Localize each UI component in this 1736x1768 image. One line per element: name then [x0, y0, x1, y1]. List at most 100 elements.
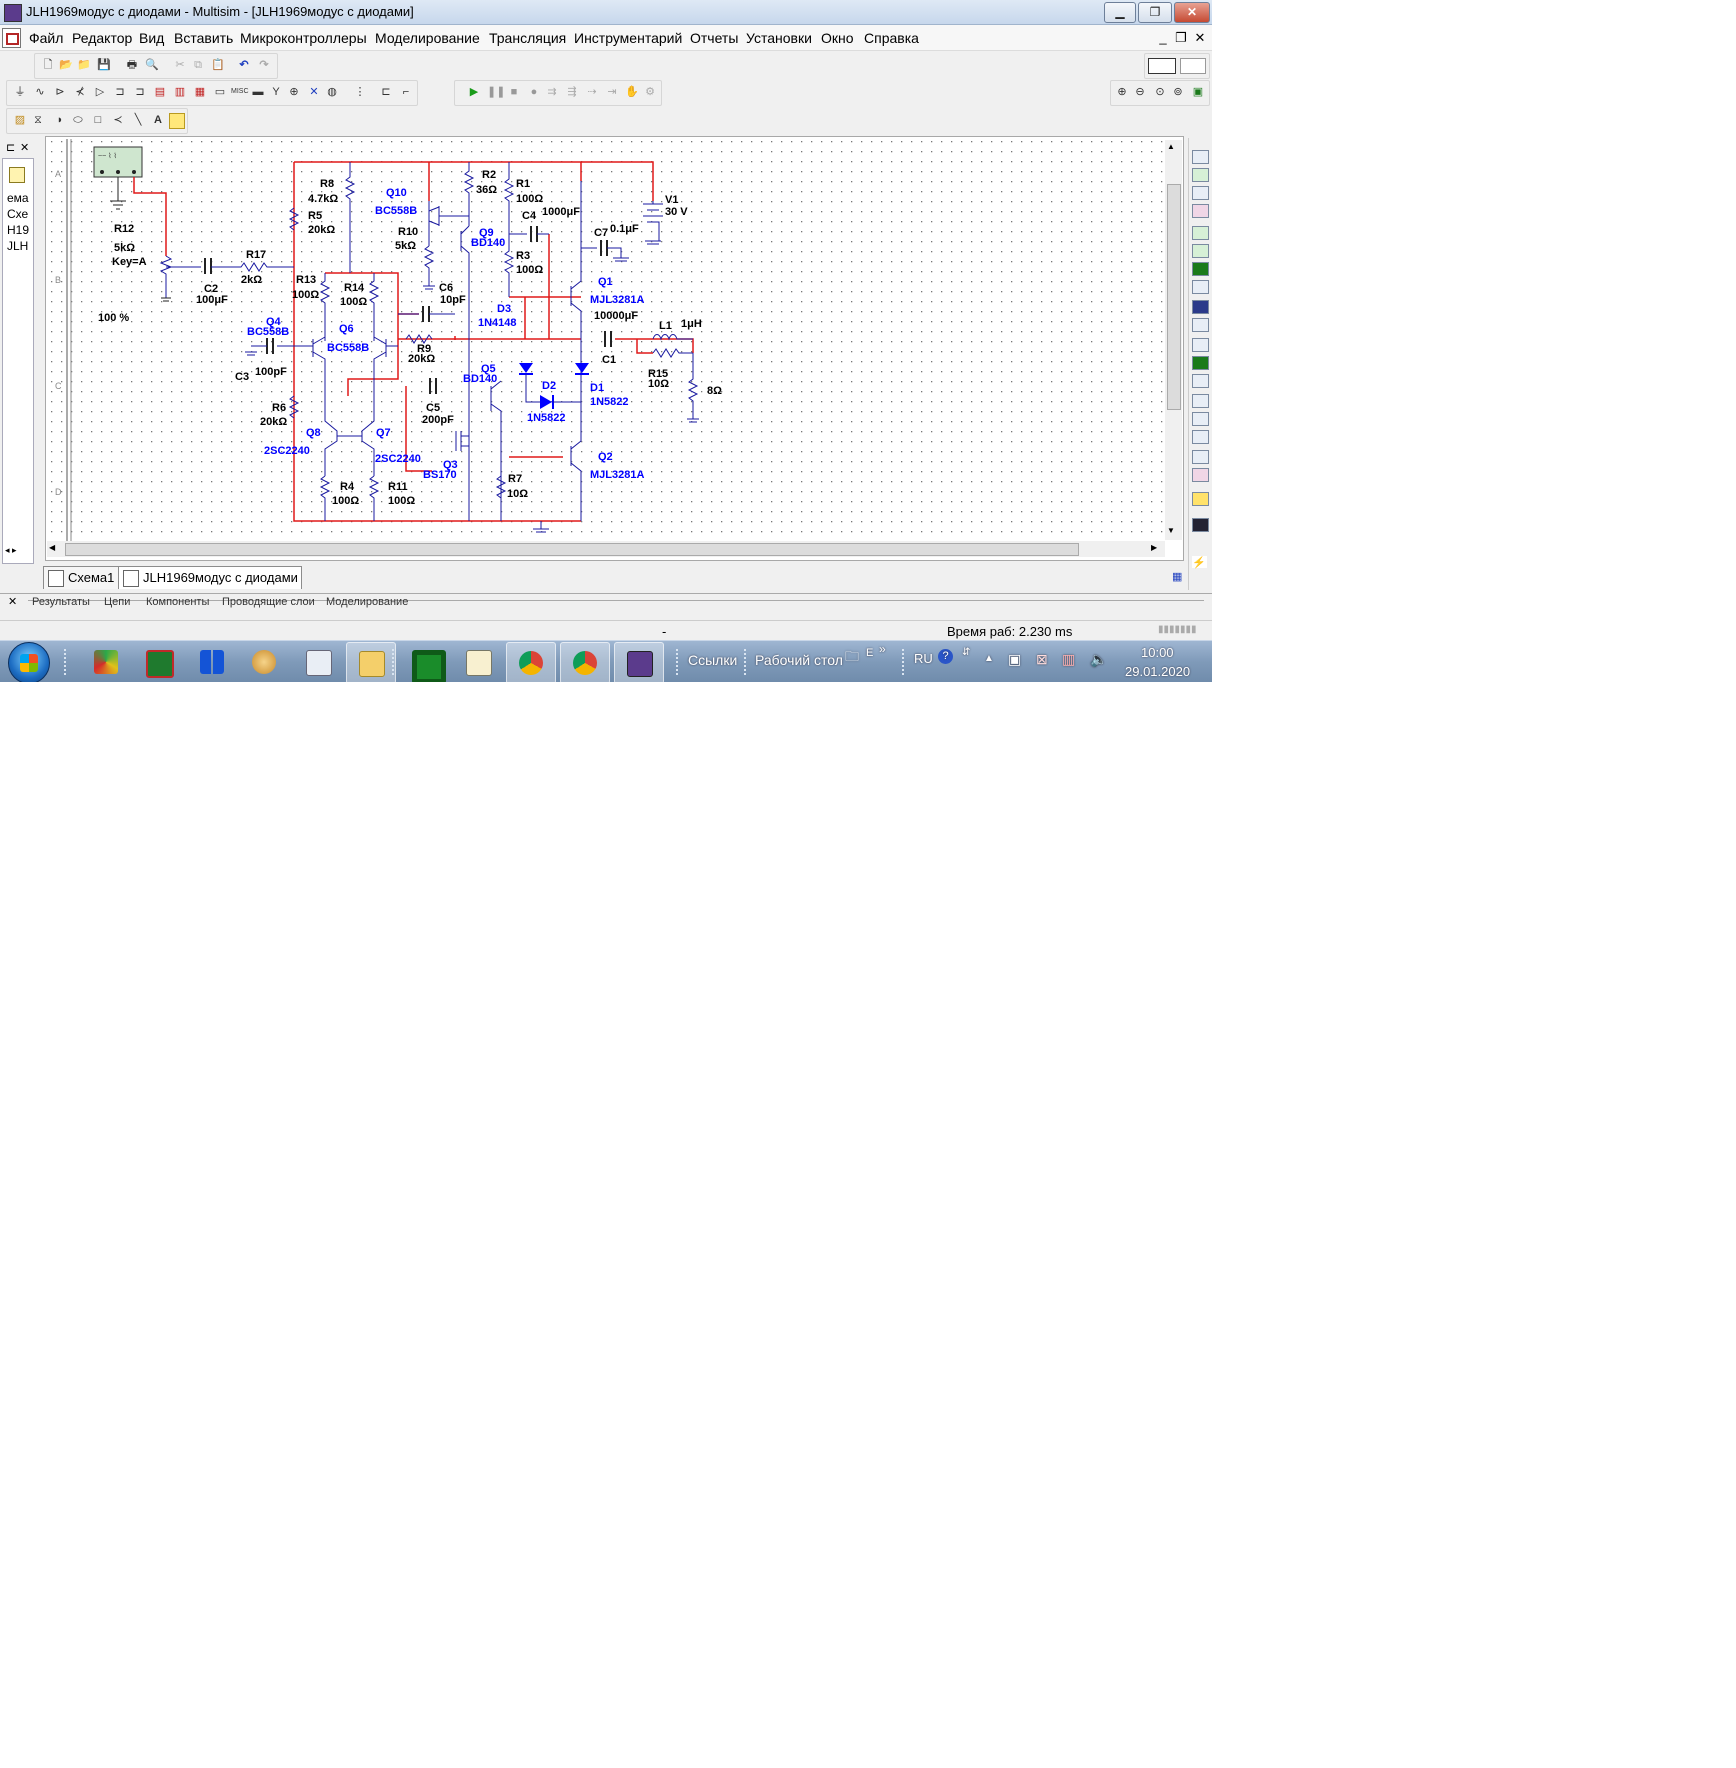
- tree-item-3[interactable]: H19: [7, 223, 31, 237]
- minimize-button[interactable]: ▁: [1104, 2, 1136, 23]
- measurement-probe-icon[interactable]: [1192, 492, 1209, 506]
- new-icon[interactable]: 🗋: [41, 58, 55, 72]
- scroll-left-icon[interactable]: ◀: [49, 543, 55, 552]
- zoom-fit-icon[interactable]: ⊚: [1171, 85, 1185, 99]
- vertical-scroll-thumb[interactable]: [1167, 184, 1181, 410]
- bode-plotter-icon[interactable]: [1192, 244, 1209, 258]
- multimeter-icon[interactable]: [1192, 150, 1209, 164]
- probe-icon[interactable]: ⚙: [643, 85, 657, 99]
- image-icon[interactable]: ▨: [13, 113, 27, 127]
- place-power-icon[interactable]: ▬: [251, 85, 265, 99]
- tab-copper-layers[interactable]: Проводящие слои: [222, 596, 315, 610]
- clock-date[interactable]: 29.01.2020: [1125, 664, 1190, 679]
- agilent-multimeter-icon[interactable]: [1192, 430, 1209, 444]
- tektronix-scope-icon[interactable]: [1192, 468, 1209, 482]
- spectrum-analyzer-icon[interactable]: [1192, 374, 1209, 388]
- redo-icon[interactable]: ↷: [257, 58, 271, 72]
- tab-schema1[interactable]: Схема1: [43, 566, 119, 589]
- taskbar-app-10[interactable]: [560, 642, 610, 682]
- restore-button[interactable]: ❐: [1138, 2, 1172, 23]
- place-misc-digital-icon[interactable]: ▥: [173, 85, 187, 99]
- distortion-analyzer-icon[interactable]: [1192, 356, 1209, 370]
- save-icon[interactable]: 💾: [97, 58, 111, 72]
- taskbar-app-8[interactable]: [454, 642, 502, 682]
- schematic-canvas[interactable]: A B C D ~~ ⌇ ⌇ R12 5kΩ Key=A C2 100μF R1…: [45, 136, 1184, 561]
- tree-item-4[interactable]: JLH: [7, 239, 31, 253]
- rectangle-icon[interactable]: □: [91, 113, 105, 127]
- place-source-icon[interactable]: ⏚: [13, 85, 27, 99]
- agilent-scope-icon[interactable]: [1192, 450, 1209, 464]
- place-connector-icon[interactable]: ◍: [325, 85, 339, 99]
- paste-icon[interactable]: 📋: [211, 58, 225, 72]
- canvas-horizontal-scrollbar[interactable]: ◀ ▶: [47, 541, 1165, 557]
- help-icon[interactable]: ?: [938, 649, 953, 664]
- place-ni-icon[interactable]: ✕: [307, 85, 321, 99]
- taskbar-app-5[interactable]: [294, 642, 342, 682]
- links-toolbar[interactable]: Ссылки: [688, 652, 737, 668]
- taskbar-app-11[interactable]: [614, 642, 664, 682]
- record-icon[interactable]: ●: [527, 85, 541, 99]
- fullscreen-icon[interactable]: ▣: [1191, 85, 1205, 99]
- taskbar-app-2[interactable]: [134, 642, 182, 682]
- print-preview-icon[interactable]: 🔍: [145, 58, 159, 72]
- place-transistor-icon[interactable]: ⊀: [73, 85, 87, 99]
- close-button[interactable]: ✕: [1174, 2, 1210, 23]
- logic-converter-icon[interactable]: [1192, 318, 1209, 332]
- taskbar-app-9[interactable]: [506, 642, 556, 682]
- step-over-icon[interactable]: ⇶: [565, 85, 579, 99]
- zoom-in-icon[interactable]: ⊕: [1115, 85, 1129, 99]
- oscilloscope-icon[interactable]: [1192, 204, 1209, 218]
- input-options-icon[interactable]: ⇵: [962, 647, 970, 658]
- breakpoint-icon[interactable]: ✋: [625, 85, 639, 99]
- network-analyzer-icon[interactable]: [1192, 394, 1209, 408]
- place-electromech-icon[interactable]: ⊕: [287, 85, 301, 99]
- design-explorer-icon[interactable]: ▦: [1172, 570, 1182, 583]
- tray-expand-icon[interactable]: ▲: [984, 653, 994, 664]
- tab-results[interactable]: Результаты: [32, 596, 90, 610]
- function-generator-icon[interactable]: [1192, 168, 1209, 182]
- canvas-vertical-scrollbar[interactable]: ▲ ▼: [1165, 140, 1182, 540]
- tab-jlh1969[interactable]: JLH1969модус с диодами: [118, 566, 302, 589]
- place-diode-icon[interactable]: ⊳: [53, 85, 67, 99]
- stop-icon[interactable]: ■: [507, 85, 521, 99]
- frequency-counter-icon[interactable]: [1192, 262, 1209, 276]
- wattmeter-icon[interactable]: [1192, 186, 1209, 200]
- place-analog-icon[interactable]: ▷: [93, 85, 107, 99]
- spreadsheet-close-icon[interactable]: ✕: [8, 595, 17, 608]
- project-icon[interactable]: [9, 167, 25, 183]
- four-channel-scope-icon[interactable]: [1192, 226, 1209, 240]
- place-cmos-icon[interactable]: ⊐: [133, 85, 147, 99]
- taskbar-app-6[interactable]: [346, 642, 396, 682]
- place-basic-icon[interactable]: ∿: [33, 85, 47, 99]
- taskbar-app-7[interactable]: [400, 642, 448, 682]
- menu-view[interactable]: Вид: [139, 30, 164, 46]
- tab-components[interactable]: Компоненты: [146, 596, 209, 610]
- menu-window[interactable]: Окно: [821, 30, 854, 46]
- mdi-close-button[interactable]: ✕: [1192, 30, 1208, 46]
- polygon-icon[interactable]: ⧖: [31, 113, 45, 127]
- mdi-minimize-button[interactable]: _: [1155, 30, 1171, 46]
- menu-reports[interactable]: Отчеты: [690, 30, 738, 46]
- volume-icon[interactable]: 🔈: [1090, 651, 1107, 668]
- schematic-drawing[interactable]: A B C D ~~ ⌇ ⌇ R12 5kΩ Key=A C2 100μF R1…: [46, 137, 1166, 543]
- open-folder-icon[interactable]: 📁: [77, 58, 91, 72]
- copy-icon[interactable]: ⧉: [191, 58, 205, 72]
- zoom-area-icon[interactable]: ⊙: [1153, 85, 1167, 99]
- toolbox-close-icon[interactable]: ✕: [20, 141, 29, 154]
- scroll-down-icon[interactable]: ▼: [1167, 526, 1175, 535]
- start-button[interactable]: [8, 642, 50, 682]
- mdi-restore-button[interactable]: ❐: [1173, 30, 1189, 46]
- toolbox-scroll-icon[interactable]: ◂ ▸: [5, 545, 17, 556]
- network-icon[interactable]: ▣: [1008, 651, 1021, 668]
- place-ttl-icon[interactable]: ⊐: [113, 85, 127, 99]
- ellipse-icon[interactable]: ⬭: [71, 113, 85, 127]
- tab-simulation[interactable]: Моделирование: [326, 596, 408, 610]
- multiline-icon[interactable]: ≺: [111, 113, 125, 127]
- document-icon[interactable]: [2, 28, 21, 48]
- word-generator-icon[interactable]: [1192, 280, 1209, 294]
- tab-nets[interactable]: Цепи: [104, 596, 130, 610]
- menu-options[interactable]: Установки: [746, 30, 812, 46]
- place-bus-icon[interactable]: ⊏: [379, 85, 393, 99]
- labview-icon[interactable]: [1192, 518, 1209, 532]
- desktop-folder-icon[interactable]: 🗀: [845, 646, 859, 670]
